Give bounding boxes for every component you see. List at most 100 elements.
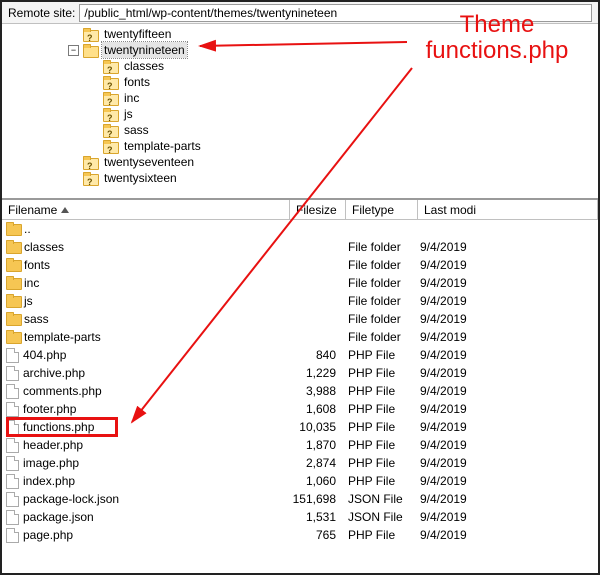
folder-icon bbox=[6, 330, 20, 345]
file-row[interactable]: footer.php1,608PHP File9/4/2019 bbox=[2, 400, 598, 418]
filetype-value: PHP File bbox=[346, 348, 418, 362]
parent-dir-row[interactable]: .. bbox=[2, 220, 598, 238]
filetype-value: PHP File bbox=[346, 366, 418, 380]
remote-file-list-panel: Filename Filesize Filetype Last modi .. c… bbox=[2, 200, 598, 573]
tree-item-inc[interactable]: ?inc bbox=[8, 90, 598, 106]
filesize-value: 10,035 bbox=[290, 420, 346, 434]
folder-row[interactable]: incFile folder9/4/2019 bbox=[2, 274, 598, 292]
expand-icon bbox=[68, 157, 79, 168]
filetype-value: File folder bbox=[346, 258, 418, 272]
file-row[interactable]: package-lock.json151,698JSON File9/4/201… bbox=[2, 490, 598, 508]
tree-item-twentyseventeen[interactable]: ?twentyseventeen bbox=[8, 154, 598, 170]
filesize-value: 765 bbox=[290, 528, 346, 542]
expand-icon bbox=[88, 141, 99, 152]
tree-item-twentyfifteen[interactable]: ?twentyfifteen bbox=[8, 26, 598, 42]
filename-label: footer.php bbox=[23, 402, 76, 416]
filename-label: archive.php bbox=[23, 366, 85, 380]
file-icon bbox=[6, 510, 19, 525]
modified-value: 9/4/2019 bbox=[418, 438, 598, 452]
tree-item-twentysixteen[interactable]: ? twentysixteen bbox=[8, 170, 598, 186]
filename-label: package.json bbox=[23, 510, 94, 524]
remote-path-input[interactable] bbox=[79, 4, 592, 22]
folder-icon: ? bbox=[103, 108, 117, 120]
file-row[interactable]: functions.php10,035PHP File9/4/2019 bbox=[2, 418, 598, 436]
col-header-filetype[interactable]: Filetype bbox=[346, 200, 418, 219]
col-header-filename-label: Filename bbox=[8, 203, 57, 217]
filename-label: index.php bbox=[23, 474, 75, 488]
folder-row[interactable]: jsFile folder9/4/2019 bbox=[2, 292, 598, 310]
filetype-value: JSON File bbox=[346, 510, 418, 524]
remote-site-label: Remote site: bbox=[8, 6, 75, 20]
folder-row[interactable]: fontsFile folder9/4/2019 bbox=[2, 256, 598, 274]
folder-row[interactable]: template-partsFile folder9/4/2019 bbox=[2, 328, 598, 346]
filename-label: js bbox=[24, 294, 33, 308]
folder-icon: ? bbox=[83, 172, 97, 184]
file-icon bbox=[6, 474, 19, 489]
filesize-value: 151,698 bbox=[290, 492, 346, 506]
filename-label: .. bbox=[24, 222, 31, 236]
filesize-value: 840 bbox=[290, 348, 346, 362]
tree-item-sass[interactable]: ?sass bbox=[8, 122, 598, 138]
modified-value: 9/4/2019 bbox=[418, 510, 598, 524]
remote-site-bar: Remote site: bbox=[2, 2, 598, 24]
col-header-modified[interactable]: Last modi bbox=[418, 200, 598, 219]
collapse-icon[interactable]: − bbox=[68, 45, 79, 56]
col-header-filename[interactable]: Filename bbox=[2, 200, 290, 219]
file-row[interactable]: comments.php3,988PHP File9/4/2019 bbox=[2, 382, 598, 400]
modified-value: 9/4/2019 bbox=[418, 348, 598, 362]
file-icon bbox=[6, 366, 19, 381]
filename-label: 404.php bbox=[23, 348, 66, 362]
directory-tree: ?twentyfifteen − twentynineteen?classes?fo… bbox=[8, 26, 598, 186]
folder-icon: ? bbox=[103, 76, 117, 88]
expand-icon bbox=[68, 173, 79, 184]
file-row[interactable]: page.php765PHP File9/4/2019 bbox=[2, 526, 598, 544]
folder-icon bbox=[6, 240, 20, 255]
filetype-value: JSON File bbox=[346, 492, 418, 506]
folder-row[interactable]: classesFile folder9/4/2019 bbox=[2, 238, 598, 256]
filename-label: classes bbox=[24, 240, 64, 254]
filetype-value: PHP File bbox=[346, 456, 418, 470]
filesize-value: 1,229 bbox=[290, 366, 346, 380]
modified-value: 9/4/2019 bbox=[418, 366, 598, 380]
file-list-body[interactable]: .. classesFile folder9/4/2019 fonts File fo… bbox=[2, 220, 598, 573]
modified-value: 9/4/2019 bbox=[418, 330, 598, 344]
remote-tree-panel[interactable]: ?twentyfifteen − twentynineteen?classes?fo… bbox=[2, 24, 598, 200]
modified-value: 9/4/2019 bbox=[418, 240, 598, 254]
tree-item-label: twentynineteen bbox=[102, 42, 187, 58]
filesize-value: 1,531 bbox=[290, 510, 346, 524]
tree-item-label: twentysixteen bbox=[102, 170, 179, 186]
file-icon bbox=[6, 348, 19, 363]
file-row[interactable]: header.php1,870PHP File9/4/2019 bbox=[2, 436, 598, 454]
tree-item-js[interactable]: ?js bbox=[8, 106, 598, 122]
tree-item-label: sass bbox=[122, 122, 151, 138]
tree-item-twentynineteen[interactable]: − twentynineteen bbox=[8, 42, 598, 58]
filename-label: sass bbox=[24, 312, 49, 326]
file-row[interactable]: package.json 1,531JSON File9/4/2019 bbox=[2, 508, 598, 526]
filename-label: fonts bbox=[24, 258, 50, 272]
file-row[interactable]: image.php2,874PHP File9/4/2019 bbox=[2, 454, 598, 472]
filesize-value: 1,060 bbox=[290, 474, 346, 488]
modified-value: 9/4/2019 bbox=[418, 294, 598, 308]
filetype-value: PHP File bbox=[346, 420, 418, 434]
tree-item-template-parts[interactable]: ?template-parts bbox=[8, 138, 598, 154]
filename-label: package-lock.json bbox=[23, 492, 119, 506]
expand-icon bbox=[88, 77, 99, 88]
filename-label: header.php bbox=[23, 438, 83, 452]
filetype-value: PHP File bbox=[346, 528, 418, 542]
folder-icon: ? bbox=[103, 92, 117, 104]
file-row[interactable]: index.php1,060PHP File9/4/2019 bbox=[2, 472, 598, 490]
sort-ascending-icon bbox=[61, 207, 69, 213]
modified-value: 9/4/2019 bbox=[418, 528, 598, 542]
file-row[interactable]: 404.php 840PHP File9/4/2019 bbox=[2, 346, 598, 364]
expand-icon bbox=[88, 93, 99, 104]
file-icon bbox=[6, 438, 19, 453]
tree-item-classes[interactable]: ?classes bbox=[8, 58, 598, 74]
folder-icon: ? bbox=[83, 156, 97, 168]
folder-icon bbox=[6, 312, 20, 327]
file-row[interactable]: archive.php 1,229PHP File9/4/2019 bbox=[2, 364, 598, 382]
modified-value: 9/4/2019 bbox=[418, 420, 598, 434]
tree-item-fonts[interactable]: ?fonts bbox=[8, 74, 598, 90]
modified-value: 9/4/2019 bbox=[418, 402, 598, 416]
col-header-filesize[interactable]: Filesize bbox=[290, 200, 346, 219]
folder-row[interactable]: sassFile folder9/4/2019 bbox=[2, 310, 598, 328]
